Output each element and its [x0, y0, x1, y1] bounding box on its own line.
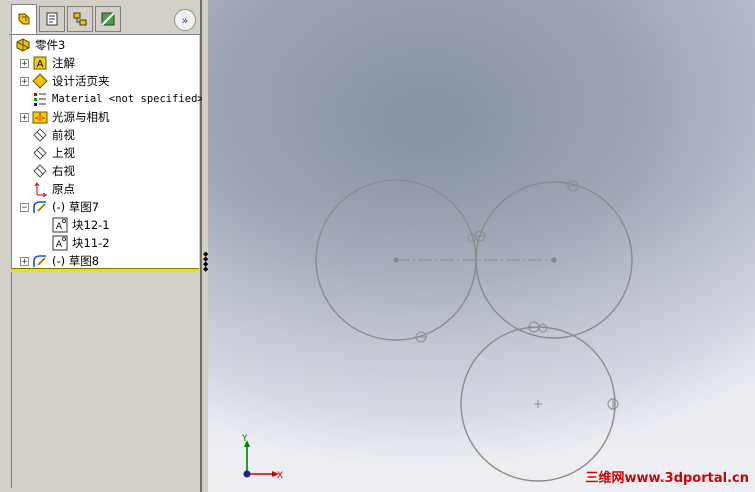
- display-icon: [101, 12, 115, 26]
- sketch-icon: [32, 253, 48, 269]
- sketch-canvas: Y X: [241, 179, 633, 482]
- more-tabs-button[interactable]: »: [174, 9, 196, 31]
- tree-item-material[interactable]: Material <not specified>: [32, 90, 204, 108]
- tree-item-label: 块12-1: [72, 218, 110, 232]
- tree-item-sketch7[interactable]: (-) 草图7: [32, 198, 99, 216]
- tree-item-label: (-) 草图7: [52, 200, 100, 214]
- tree-item-label: 前视: [52, 128, 75, 142]
- tree-item-annotations[interactable]: A 注解: [32, 54, 75, 72]
- feature-manager-panel: » 零件3 + A 注解 + 设计活页夹 Material <not speci…: [9, 0, 204, 492]
- watermark: 三维网www.3dportal.cn: [585, 471, 749, 486]
- tree-item-label: 右视: [52, 164, 75, 178]
- center-point-2[interactable]: [551, 257, 557, 263]
- feature-manager-tab[interactable]: [11, 4, 37, 34]
- svg-text:A: A: [56, 240, 63, 250]
- triad-y-label: Y: [241, 434, 248, 444]
- tree-item-origin[interactable]: 原点: [32, 180, 75, 198]
- center-point-1[interactable]: [393, 257, 399, 263]
- tree-item-label: 注解: [52, 56, 75, 70]
- expander-sketch7[interactable]: −: [20, 203, 29, 213]
- feature-tree-icon: [18, 13, 30, 25]
- tree-item-right-plane[interactable]: 右视: [32, 162, 75, 180]
- feature-tree: 零件3 + A 注解 + 设计活页夹 Material <not specifi…: [11, 35, 204, 269]
- tree-item-design-binder[interactable]: 设计活页夹: [32, 72, 110, 90]
- tree-item-label: 上视: [52, 146, 75, 160]
- expander-lights[interactable]: +: [20, 113, 29, 123]
- tree-item-label: (-) 草图8: [52, 254, 100, 268]
- material-icon: [32, 91, 48, 107]
- tree-empty-area: [11, 272, 199, 488]
- tree-item-label: 光源与相机: [52, 110, 110, 124]
- tangent-relation-icon[interactable]: [607, 398, 619, 410]
- tangent-relation-icon[interactable]: [415, 331, 427, 343]
- origin-icon: [32, 181, 48, 197]
- expander-sketch8[interactable]: +: [20, 257, 29, 267]
- center-point-3[interactable]: [534, 400, 542, 408]
- triad-x-label: X: [277, 471, 283, 481]
- plane-icon: [32, 127, 48, 143]
- display-manager-tab[interactable]: [95, 6, 121, 32]
- tree-item-block-11-2[interactable]: A 块11-2: [52, 234, 110, 252]
- panel-tab-bar: »: [9, 0, 200, 35]
- tree-root[interactable]: 零件3: [15, 36, 65, 54]
- svg-text:A: A: [37, 59, 44, 70]
- property-icon: [46, 12, 58, 26]
- configuration-manager-tab[interactable]: [67, 6, 93, 32]
- view-triad[interactable]: Y X: [241, 434, 283, 481]
- tree-item-block-12-1[interactable]: A 块12-1: [52, 216, 110, 234]
- tree-root-label: 零件3: [35, 38, 66, 52]
- design-binder-icon: [32, 73, 48, 89]
- block-icon: A: [52, 235, 68, 251]
- tangent-relation-icon[interactable]: [567, 180, 579, 192]
- svg-text:A: A: [56, 222, 63, 232]
- graphics-viewport[interactable]: Y X 三维网www.3dportal.cn: [208, 0, 755, 492]
- tree-item-top-plane[interactable]: 上视: [32, 144, 75, 162]
- plane-icon: [32, 163, 48, 179]
- block-icon: A: [52, 217, 68, 233]
- configuration-icon: [73, 12, 87, 26]
- lights-cameras-icon: [32, 109, 48, 125]
- tree-item-label: Material <not specified>: [52, 93, 204, 105]
- tree-item-lights-cameras[interactable]: 光源与相机: [32, 108, 110, 126]
- annotation-icon: A: [32, 55, 48, 71]
- tree-item-label: 原点: [52, 182, 75, 196]
- chevron-right-icon: »: [181, 13, 189, 27]
- tree-item-label: 设计活页夹: [52, 74, 110, 88]
- plane-icon: [32, 145, 48, 161]
- tree-item-label: 块11-2: [72, 236, 110, 250]
- expander-annotations[interactable]: +: [20, 59, 29, 69]
- expander-design-binder[interactable]: +: [20, 77, 29, 87]
- sketch-icon: [32, 199, 48, 215]
- property-manager-tab[interactable]: [39, 6, 65, 32]
- tree-item-front-plane[interactable]: 前视: [32, 126, 75, 144]
- part-icon: [15, 37, 31, 53]
